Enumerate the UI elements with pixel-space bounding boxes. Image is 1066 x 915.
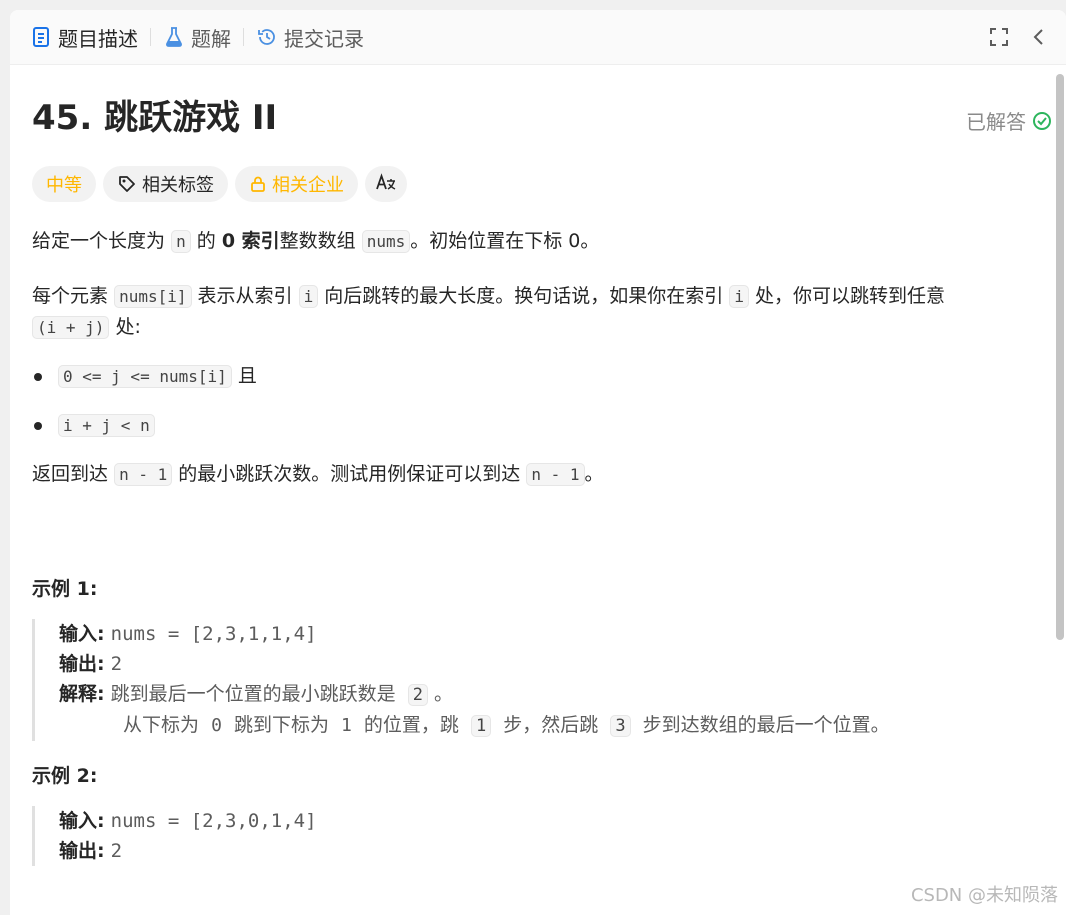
tab-solutions-label: 题解 [191, 26, 231, 51]
inline-code: 1 [341, 715, 352, 736]
fullscreen-icon[interactable] [986, 24, 1012, 50]
text-segment: 。初始位置在下标 0。 [410, 230, 600, 252]
translate-button[interactable] [365, 166, 407, 202]
translate-icon [375, 172, 397, 197]
watermark: CSDN @未知陨落 [910, 885, 1058, 906]
description-icon [30, 26, 52, 48]
difficulty-badge: 中等 [32, 166, 96, 202]
text-segment: 步到达数组的最后一个位置。 [642, 714, 890, 736]
text-segment: 的 [196, 230, 216, 252]
description-paragraph-2: 每个元素 nums[i] 表示从索引 i 向后跳转的最大长度。换句话说，如果你在… [32, 281, 1032, 343]
inline-code: nums[i] [114, 285, 192, 308]
collapse-chevron-icon[interactable] [1026, 24, 1052, 50]
text-segment: 的位置，跳 [363, 714, 459, 736]
check-circle-icon [1032, 111, 1052, 131]
inline-code: 2 [407, 684, 428, 706]
tag-row: 中等 相关标签 相关企业 [32, 166, 1032, 202]
list-item: i + j < n [32, 410, 1032, 441]
inline-code: nums [361, 230, 411, 253]
text-segment: 每个元素 [32, 285, 109, 307]
example-1-block: 输入: nums = [2,3,1,1,4] 输出: 2 解释: 跳到最后一个位… [32, 619, 1032, 741]
text-segment: 整数数组 [279, 230, 356, 252]
related-tags-button[interactable]: 相关标签 [103, 166, 228, 202]
example-output-line: 输出: 2 [59, 649, 1032, 679]
history-icon [256, 26, 278, 48]
tabbar-actions [972, 24, 1052, 50]
input-label: 输入: [59, 810, 105, 832]
text-segment: 从下标为 [123, 714, 200, 736]
related-tags-label: 相关标签 [142, 175, 214, 196]
text-segment: 跳到最后一个位置的最小跳跃数是 [110, 683, 396, 705]
example-output-line: 输出: 2 [59, 836, 1032, 866]
page-title: 45. 跳跃游戏 II [32, 98, 278, 138]
output-value: 2 [110, 840, 123, 862]
example-explanation-line-2: 从下标为 0 跳到下标为 1 的位置，跳 1 步，然后跳 3 步到达数组的最后一… [59, 710, 1032, 741]
text-segment: 返回到达 [32, 463, 109, 485]
tab-bar: 题目描述 题解 提交记录 [10, 10, 1066, 65]
output-label: 输出: [59, 840, 105, 862]
constraint-list: 0 <= j <= nums[i] 且 i + j < n [32, 361, 1032, 441]
example-explanation-line: 解释: 跳到最后一个位置的最小跳跃数是 2。 [59, 679, 1032, 710]
text-segment: 给定一个长度为 [32, 230, 166, 252]
flask-icon [163, 26, 185, 48]
tab-submissions-label: 提交记录 [284, 26, 364, 51]
input-value: nums = [2,3,1,1,4] [110, 623, 317, 645]
example-1-title: 示例 1: [32, 578, 98, 600]
inline-code: 0 [211, 715, 222, 736]
text-segment: 表示从索引 [197, 285, 293, 307]
input-value: nums = [2,3,0,1,4] [110, 810, 317, 832]
inline-code: i + j < n [58, 414, 155, 437]
scrollbar-thumb[interactable] [1056, 74, 1064, 640]
text-segment: 步，然后跳 [503, 714, 599, 736]
explanation-label: 解释: [59, 683, 105, 705]
output-label: 输出: [59, 653, 105, 675]
tag-icon [117, 174, 137, 194]
tab-description[interactable]: 题目描述 [30, 23, 138, 52]
problem-content: 45. 跳跃游戏 II 已解答 中等 相关标签 相关企业 给定一个长度为 n 的… [32, 64, 1051, 866]
text-segment: 向后跳转的最大长度。换句话说，如果你在索引 [324, 285, 724, 307]
example-2-block: 输入: nums = [2,3,0,1,4] 输出: 2 [32, 806, 1032, 866]
description-paragraph-3: 返回到达 n - 1 的最小跳跃次数。测试用例保证可以到达 n - 1。 [32, 459, 1032, 490]
input-label: 输入: [59, 623, 105, 645]
inline-code: i [729, 285, 749, 308]
inline-code: i [298, 285, 319, 308]
inline-code: (i + j) [32, 316, 110, 339]
problem-panel: 题目描述 题解 提交记录 45. 跳跃游戏 II 已解答 中等 相关标签 相关企… [10, 10, 1066, 915]
text-segment: 处: [115, 316, 141, 338]
inline-code: n - 1 [526, 463, 585, 486]
list-item: 0 <= j <= nums[i] 且 [32, 361, 1032, 392]
description-paragraph-1: 给定一个长度为 n 的 0 索引整数数组 nums 。初始位置在下标 0。 [32, 226, 1032, 257]
tab-separator [150, 28, 151, 46]
text-segment: 的最小跳跃次数。测试用例保证可以到达 [178, 463, 521, 485]
tab-separator [243, 28, 244, 46]
vertical-scrollbar[interactable] [1056, 64, 1064, 915]
tab-solutions[interactable]: 题解 [163, 23, 231, 52]
output-value: 2 [110, 653, 123, 675]
related-companies-button[interactable]: 相关企业 [235, 166, 358, 202]
inline-code: n - 1 [114, 463, 173, 486]
tab-submissions[interactable]: 提交记录 [256, 23, 364, 52]
inline-code: n [171, 230, 191, 253]
related-companies-label: 相关企业 [272, 175, 344, 196]
lock-icon [249, 175, 267, 193]
text-segment: 。 [433, 683, 453, 705]
example-input-line: 输入: nums = [2,3,0,1,4] [59, 806, 1032, 836]
text-segment: 。 [584, 463, 604, 485]
tab-description-label: 题目描述 [58, 26, 138, 51]
bold-text: 0 索引 [221, 230, 280, 252]
solved-status: 已解答 [966, 106, 1052, 135]
text-segment: 且 [237, 365, 257, 387]
title-row: 45. 跳跃游戏 II 已解答 [32, 96, 1051, 156]
text-segment: 处，你可以跳转到任意 [755, 285, 946, 307]
example-2-title: 示例 2: [32, 765, 98, 787]
inline-code: 3 [610, 715, 631, 737]
inline-code: 0 <= j <= nums[i] [58, 365, 232, 388]
example-input-line: 输入: nums = [2,3,1,1,4] [59, 619, 1032, 649]
text-segment: 跳到下标为 [233, 714, 329, 736]
inline-code: 1 [470, 715, 492, 737]
solved-status-label: 已解答 [966, 110, 1026, 134]
